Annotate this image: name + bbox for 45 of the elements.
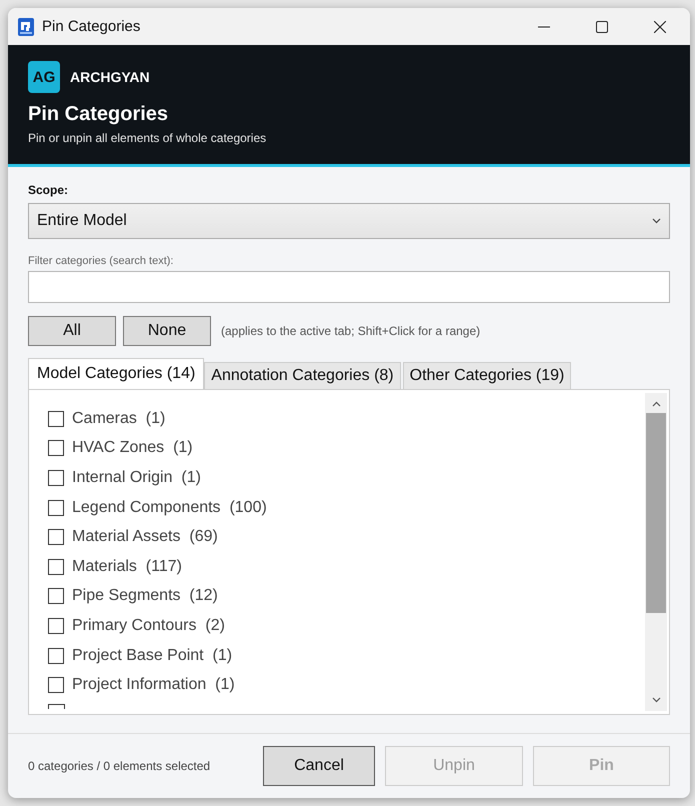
action-button[interactable]: Cancel (263, 746, 375, 786)
category-label[interactable]: Primary Contours (2) (72, 616, 225, 635)
dialog-heading: Pin Categories (28, 103, 170, 126)
category-label[interactable]: Material Assets (69) (72, 528, 218, 546)
checkbox[interactable] (48, 470, 64, 486)
category-label[interactable]: Internal Origin (1) (72, 468, 201, 487)
checkbox[interactable] (48, 410, 64, 427)
category-tab[interactable]: Other Categories (19) (402, 362, 572, 389)
category-label[interactable]: Project Base Point (1) (72, 646, 232, 665)
checkbox[interactable] (48, 500, 64, 516)
category-label[interactable]: Legend Components (100) (72, 498, 267, 517)
checkbox[interactable] (48, 648, 64, 664)
dialog-subtitle: Pin or unpin all elements of whole categories (28, 131, 268, 145)
checkbox[interactable] (48, 529, 64, 546)
category-tab[interactable]: Annotation Categories (8) (204, 362, 401, 389)
select-button[interactable]: None (123, 316, 211, 346)
checkbox[interactable] (48, 618, 64, 634)
filter-label: Filter categories (search text): (28, 255, 174, 267)
scroll-down-icon[interactable] (652, 697, 660, 703)
checkbox[interactable] (48, 588, 64, 604)
category-label[interactable]: Cameras (1) (72, 410, 166, 428)
category-label[interactable]: Pipe Segments (12) (72, 587, 218, 606)
scrollbar-thumb[interactable] (646, 413, 666, 613)
app-icon (18, 18, 34, 36)
category-tab[interactable]: Model Categories (14) (28, 358, 204, 389)
checkbox[interactable] (48, 440, 64, 456)
checkbox[interactable] (48, 677, 64, 694)
scrollbar[interactable] (645, 393, 667, 711)
brand-name: ARCHGYAN (70, 69, 150, 85)
window-title: Pin Categories (42, 18, 140, 35)
scope-label: Scope: (28, 183, 70, 197)
hint-text: (applies to the active tab; Shift+Click for a range) (221, 324, 480, 338)
logo-badge: AG (28, 61, 60, 93)
scope-dropdown[interactable]: Entire Model (28, 203, 670, 239)
category-label[interactable]: Materials (117) (72, 558, 182, 576)
status-text: 0 categories / 0 elements selected (28, 759, 212, 773)
category-label[interactable]: Project Information (1) (72, 676, 235, 694)
scroll-up-icon[interactable] (652, 401, 660, 407)
select-button[interactable]: All (28, 316, 116, 346)
maximize-icon[interactable] (596, 20, 608, 32)
chevron-down-icon (652, 218, 661, 224)
filter-field[interactable] (28, 271, 670, 303)
category-label[interactable]: HVAC Zones (1) (72, 439, 193, 458)
checkbox[interactable] (48, 558, 64, 575)
close-icon[interactable] (654, 20, 666, 32)
